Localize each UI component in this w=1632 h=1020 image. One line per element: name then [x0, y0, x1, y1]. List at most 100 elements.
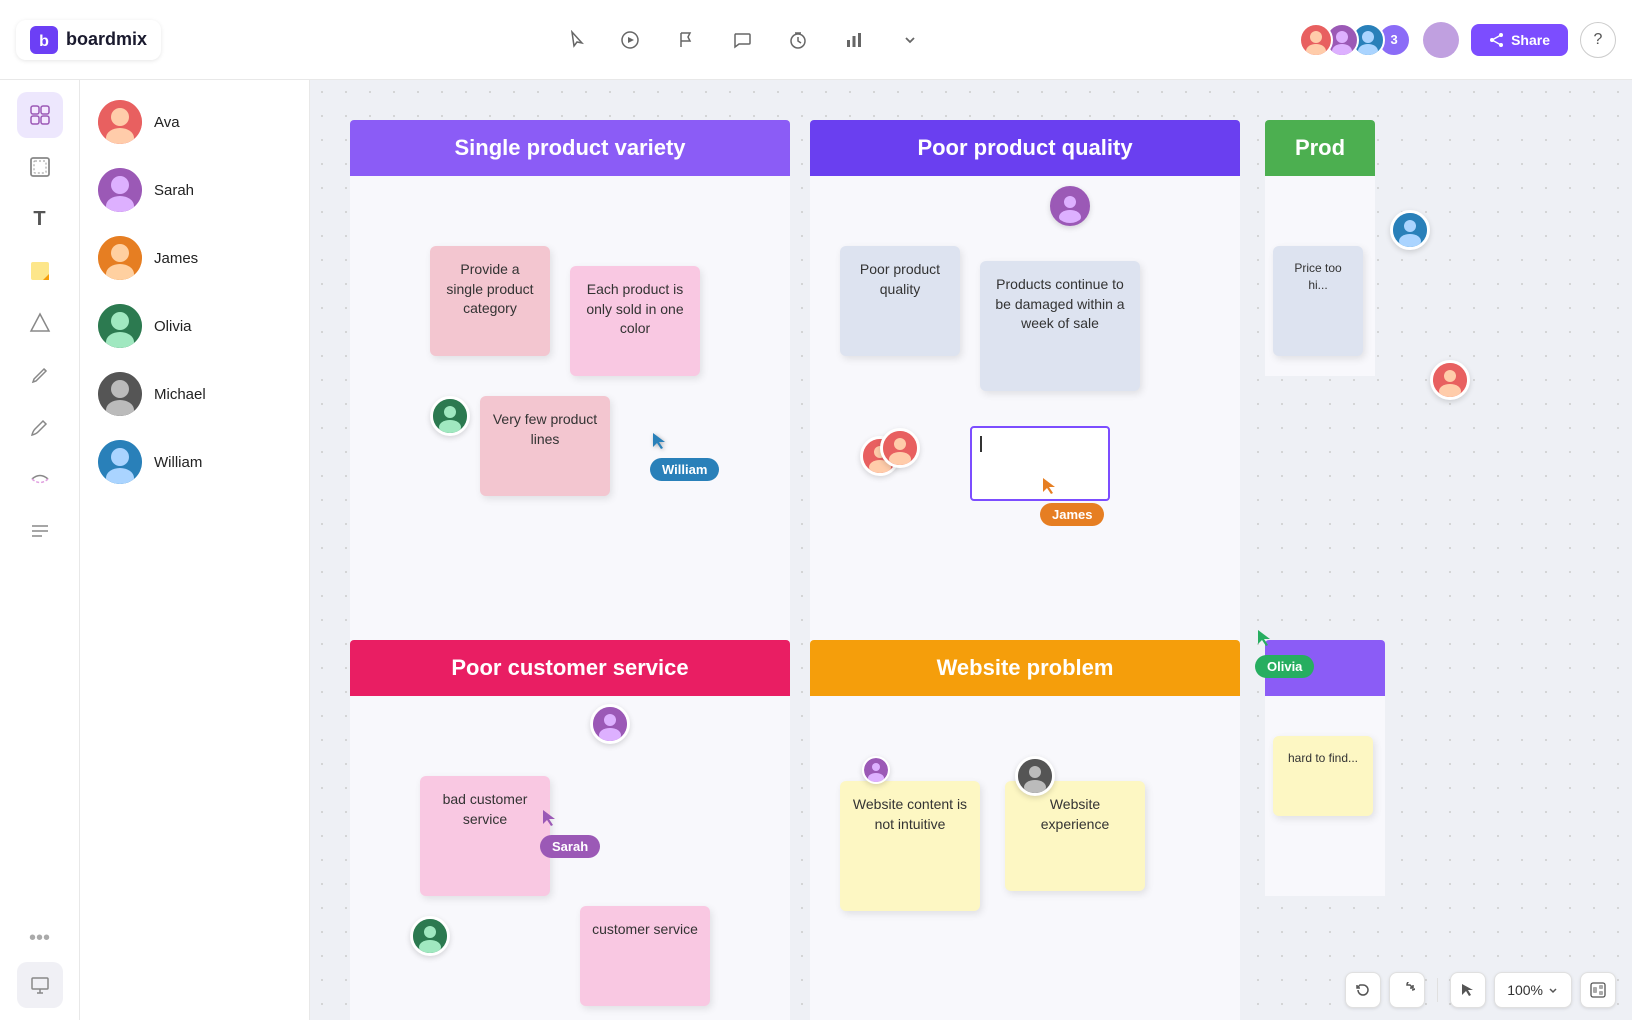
canvas-avatar-small-q4	[862, 756, 890, 784]
sidebar-connector-icon[interactable]	[17, 456, 63, 502]
share-button[interactable]: Share	[1471, 24, 1568, 56]
user-name-olivia: Olivia	[154, 318, 192, 335]
comment-icon[interactable]	[724, 22, 760, 58]
sidebar-presentation-button[interactable]	[17, 962, 63, 1008]
avatars-group[interactable]: 3	[1299, 23, 1411, 57]
sidebar-pen-icon[interactable]	[17, 352, 63, 398]
canvas-area[interactable]: Single product variety Provide a single …	[310, 80, 1632, 1020]
sticky-text-price: Price too hi...	[1294, 261, 1341, 292]
sidebar-sticky-icon[interactable]	[17, 248, 63, 294]
text-cursor-blink	[980, 436, 982, 452]
cursor-james-name: James	[1052, 507, 1092, 522]
sticky-text-poor-quality: Poor product quality	[860, 261, 940, 297]
quad-header-single-product: Single product variety	[350, 120, 790, 176]
cursor-label-olivia: Olivia	[1255, 655, 1314, 678]
timer-icon[interactable]	[780, 22, 816, 58]
flag-icon[interactable]	[668, 22, 704, 58]
users-panel: Ava Sarah James Olivia Michael William	[80, 80, 310, 1020]
quad-title-website: Website problem	[937, 655, 1114, 681]
current-user-avatar[interactable]	[1423, 22, 1459, 58]
redo-button[interactable]	[1389, 972, 1425, 1008]
sticky-single-category[interactable]: Provide a single product category	[430, 246, 550, 356]
share-label: Share	[1511, 32, 1550, 48]
canvas-avatar-james-right	[1430, 360, 1470, 400]
partial-card-bottom-right: hard to find...	[1265, 640, 1385, 896]
quad-title-poor-service: Poor customer service	[451, 655, 688, 681]
user-item-ava[interactable]: Ava	[92, 96, 297, 148]
avatar-ava[interactable]	[1299, 23, 1333, 57]
zoom-level: 100%	[1507, 982, 1543, 998]
pointer-mode-button[interactable]	[1450, 972, 1486, 1008]
quad-title-poor-quality: Poor product quality	[917, 135, 1132, 161]
zoom-control[interactable]: 100%	[1494, 972, 1572, 1008]
user-name-michael: Michael	[154, 386, 206, 403]
help-button[interactable]: ?	[1580, 22, 1616, 58]
sticky-bad-service[interactable]: bad customer service	[420, 776, 550, 896]
user-item-james[interactable]: James	[92, 232, 297, 284]
toolbar-center	[185, 22, 1299, 58]
quad-body-poor-service: bad customer service customer service Sa…	[350, 696, 790, 1020]
move-icon[interactable]	[556, 22, 592, 58]
help-icon: ?	[1594, 31, 1603, 49]
canvas-avatar-sarah-q3-top	[590, 704, 630, 744]
undo-button[interactable]	[1345, 972, 1381, 1008]
avatar-william-lg	[98, 440, 142, 484]
canvas-avatar-william-right	[1390, 210, 1430, 250]
canvas-avatar-olivia-q1	[430, 396, 470, 436]
sticky-few-lines[interactable]: Very few product lines	[480, 396, 610, 496]
sidebar-list-icon[interactable]	[17, 508, 63, 554]
quad-title-single-product: Single product variety	[454, 135, 685, 161]
cursor-sarah-name: Sarah	[552, 839, 588, 854]
more-down-icon[interactable]	[892, 22, 928, 58]
text-tool-label: T	[33, 208, 45, 231]
quad-body-poor-quality: Poor product quality Products continue t…	[810, 176, 1240, 656]
sticky-damaged[interactable]: Products continue to be damaged within a…	[980, 261, 1140, 391]
play-icon[interactable]	[612, 22, 648, 58]
sidebar-template-icon[interactable]	[17, 92, 63, 138]
sticky-text-one-color: Each product is only sold in one color	[586, 281, 683, 336]
sidebar-more-items[interactable]: •••	[29, 927, 50, 950]
partial-card-prod: Prod Price too hi...	[1265, 120, 1375, 376]
user-item-olivia[interactable]: Olivia	[92, 300, 297, 352]
cursor-sarah: Sarah	[540, 808, 560, 833]
avatar-olivia-lg	[98, 304, 142, 348]
sticky-customer-service[interactable]: customer service	[580, 906, 710, 1006]
sticky-price-too-hi[interactable]: Price too hi...	[1273, 246, 1363, 356]
minimap-button[interactable]	[1580, 972, 1616, 1008]
sticky-hard-find[interactable]: hard to find...	[1273, 736, 1373, 816]
user-item-sarah[interactable]: Sarah	[92, 164, 297, 216]
quad-header-poor-service: Poor customer service	[350, 640, 790, 696]
svg-text:b: b	[39, 33, 49, 50]
sidebar-frame-icon[interactable]	[17, 144, 63, 190]
user-name-william: William	[154, 454, 202, 471]
toolbar-right: 3 Share ?	[1299, 22, 1616, 58]
sticky-poor-quality[interactable]: Poor product quality	[840, 246, 960, 356]
boardmix-logo-icon: b	[30, 26, 58, 54]
chart-icon[interactable]	[836, 22, 872, 58]
quad-header-poor-quality: Poor product quality	[810, 120, 1240, 176]
partial-title-prod: Prod	[1295, 135, 1345, 161]
cursor-william-name: William	[662, 462, 707, 477]
avatar-sarah-lg	[98, 168, 142, 212]
left-sidebar: T •••	[0, 80, 80, 1020]
user-item-michael[interactable]: Michael	[92, 368, 297, 420]
sticky-text-website-experience: Website experience	[1041, 796, 1110, 832]
sticky-text-few-lines: Very few product lines	[493, 411, 597, 447]
sidebar-pencil-icon[interactable]	[17, 404, 63, 450]
user-name-ava: Ava	[154, 114, 180, 131]
cursor-william: William	[650, 431, 670, 456]
sticky-text-damaged: Products continue to be damaged within a…	[995, 276, 1124, 331]
user-item-william[interactable]: William	[92, 436, 297, 488]
user-name-james: James	[154, 250, 198, 267]
cursor-james: James	[1040, 476, 1060, 501]
sticky-one-color[interactable]: Each product is only sold in one color	[570, 266, 700, 376]
sidebar-shapes-icon[interactable]	[17, 300, 63, 346]
logo-area[interactable]: b boardmix	[16, 20, 161, 60]
sticky-website-experience[interactable]: Website experience	[1005, 781, 1145, 891]
canvas-avatar-q2-small	[880, 428, 920, 468]
sticky-text-bad-service: bad customer service	[443, 791, 528, 827]
sticky-text-customer-service: customer service	[592, 921, 698, 937]
sticky-website-content[interactable]: Website content is not intuitive	[840, 781, 980, 911]
sidebar-text-icon[interactable]: T	[17, 196, 63, 242]
topbar: b boardmix	[0, 0, 1632, 80]
